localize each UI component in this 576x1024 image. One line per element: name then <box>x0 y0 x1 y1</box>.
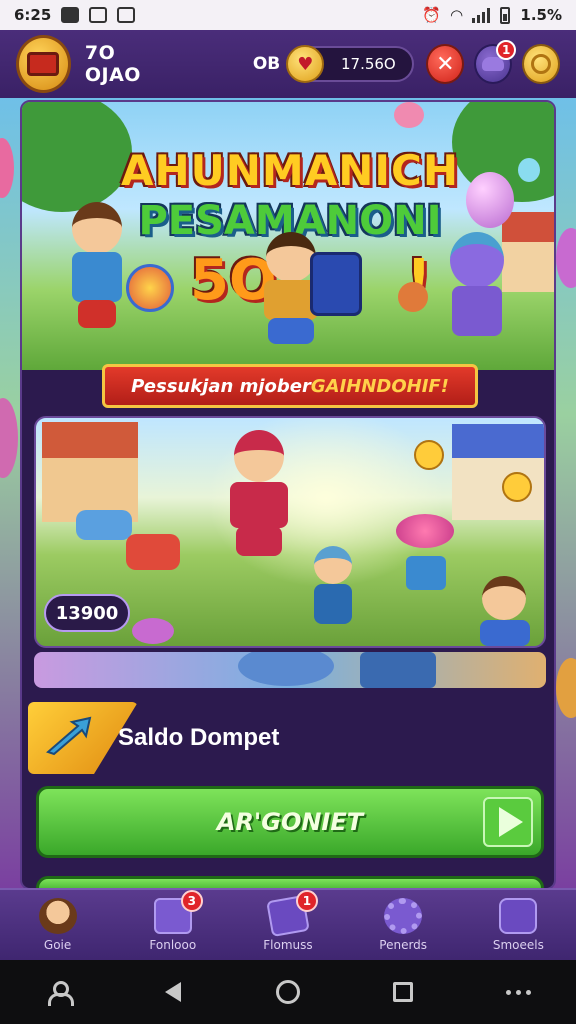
balloon-decoration <box>556 228 576 288</box>
balloon-decoration <box>556 658 576 718</box>
nav-label: Flomuss <box>263 938 313 952</box>
balloon-decoration <box>394 102 424 128</box>
gem-icon <box>132 618 174 644</box>
bottom-nav: Goie 3 Fonlooo 1 Flomuss Penerds Smoeels <box>0 888 576 960</box>
nav-label: Fonlooo <box>149 938 197 952</box>
hero-title-line1: AHUNMANICH <box>121 146 459 195</box>
secondary-scene-strip[interactable] <box>34 652 546 688</box>
battery-icon <box>500 6 511 24</box>
monster-character <box>442 232 512 342</box>
nfc-icon <box>117 7 136 23</box>
download-icon <box>89 7 108 23</box>
level-label: OB <box>252 54 281 74</box>
gold-coin-button[interactable] <box>522 44 560 84</box>
nav-label: Smoeels <box>492 938 544 952</box>
toy-car-icon <box>76 510 132 540</box>
game-scene-card[interactable]: 13900 <box>34 416 546 648</box>
balloon-decoration <box>0 398 18 478</box>
more-dots-icon <box>505 989 531 995</box>
home-icon <box>275 980 300 1004</box>
nav-label: Penerds <box>379 938 428 952</box>
nav-item-wallet[interactable]: Smoeels <box>468 898 568 952</box>
back-icon <box>164 982 181 1002</box>
home-button[interactable] <box>268 972 308 1012</box>
kid-character <box>308 546 358 630</box>
gear-icon <box>384 898 423 934</box>
play-button[interactable]: AR'GONIET <box>36 786 544 858</box>
coin-balance[interactable]: ♥ 17.56O <box>286 45 415 83</box>
wallet-row: Saldo Dompet <box>22 698 554 784</box>
wallet-arrow-icon <box>46 716 92 756</box>
nav-badge: 1 <box>295 890 318 912</box>
coin-icon <box>502 472 532 502</box>
nav-badge: 3 <box>180 890 203 912</box>
boy-character <box>62 202 132 342</box>
nav-item-home[interactable]: Goie <box>8 898 108 952</box>
alarm-icon: ⏰ <box>422 6 441 24</box>
nav-item-box[interactable]: 3 Fonlooo <box>123 890 223 952</box>
play-button-label: AR'GONIET <box>216 808 364 836</box>
hero-ribbon: Pessukjan mjober GAIHNDOHIF! <box>102 364 478 408</box>
coin-value: 17.56O <box>340 55 396 73</box>
status-left: 6:25 <box>14 6 136 24</box>
message-icon <box>61 7 80 23</box>
nav-item-gift[interactable]: 1 Flomuss <box>238 890 338 952</box>
girl-character <box>476 576 536 646</box>
score-display: 13900 <box>44 594 130 632</box>
assistant-button[interactable] <box>38 972 78 1012</box>
coin-toy-icon <box>126 264 174 312</box>
box-toy-icon <box>310 252 362 316</box>
house-decoration <box>452 424 544 520</box>
status-bar: 6:25 ⏰ ◠ 1.5% <box>0 0 576 30</box>
person-icon <box>47 981 74 1006</box>
close-icon: ✕ <box>436 51 455 77</box>
status-time: 6:25 <box>14 6 52 24</box>
player-name: 7O OJAO <box>84 42 141 86</box>
back-button[interactable] <box>153 972 193 1012</box>
wifi-icon: ◠ <box>450 6 463 24</box>
notification-badge: 1 <box>496 40 517 60</box>
wallet-icon <box>499 898 538 934</box>
top-hud: 7O OJAO OB ♥ 17.56O ✕ 1 <box>0 30 576 98</box>
system-nav-bar <box>0 960 576 1024</box>
coin-heart-icon: ♥ <box>286 45 325 83</box>
monster-peek-icon <box>238 652 334 686</box>
wallet-title: Saldo Dompet <box>118 724 280 751</box>
ribbon-text: Pessukjan mjober <box>131 375 311 397</box>
ribbon-highlight: GAIHNDOHIF! <box>310 375 449 397</box>
status-right: ⏰ ◠ 1.5% <box>422 6 562 24</box>
close-button[interactable]: ✕ <box>426 44 465 84</box>
coin-icon <box>414 440 444 470</box>
nav-item-settings[interactable]: Penerds <box>353 898 453 952</box>
avatar-chest-icon[interactable] <box>16 35 71 93</box>
player-character <box>216 430 302 570</box>
nav-label: Goie <box>43 938 72 952</box>
main-panel: AHUNMANICH PESAMANONI 5O ! Pessukjan mjo… <box>20 100 556 890</box>
house-decoration <box>42 422 138 522</box>
mascot-button[interactable]: 1 <box>474 40 517 84</box>
balloon-decoration <box>0 138 14 198</box>
play-arrow-icon <box>483 797 533 847</box>
ball-toy-icon <box>398 282 428 312</box>
more-button[interactable] <box>498 972 538 1012</box>
ufo-toy-icon <box>396 514 454 548</box>
gift-box-icon <box>406 556 446 590</box>
signal-icon <box>472 7 491 23</box>
box-decoration <box>360 652 436 688</box>
battery-percent: 1.5% <box>520 6 562 24</box>
avatar-nav-icon <box>38 898 77 934</box>
toy-car-icon <box>126 534 180 570</box>
recents-button[interactable] <box>383 972 423 1012</box>
recents-icon <box>393 982 414 1002</box>
gold-coin-icon <box>531 54 552 74</box>
hero-banner: AHUNMANICH PESAMANONI 5O ! <box>22 102 554 370</box>
